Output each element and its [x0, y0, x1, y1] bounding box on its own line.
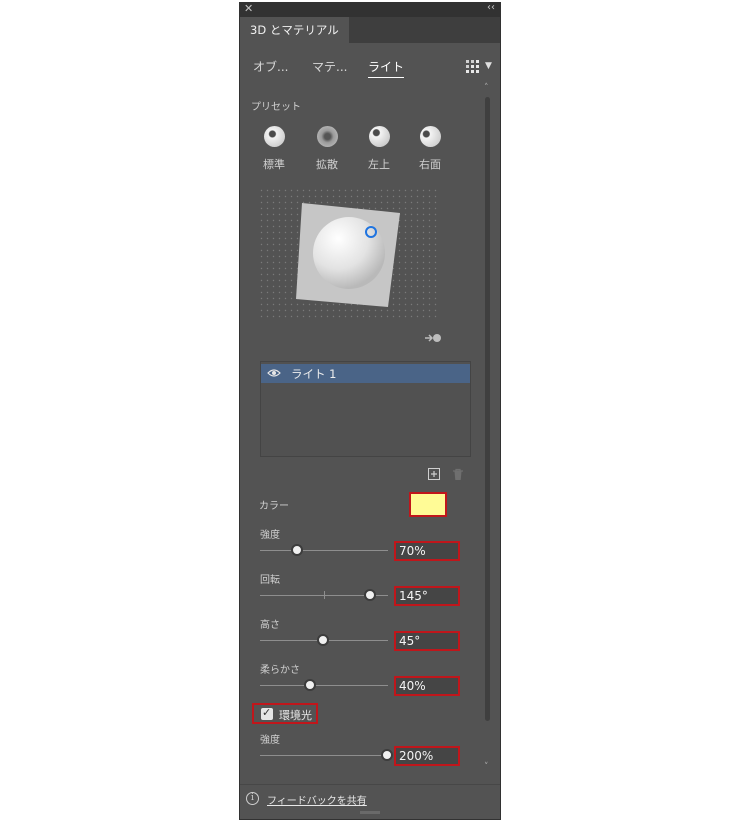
intensity-input[interactable]: 70% — [394, 541, 460, 561]
preset-standard-icon — [263, 126, 285, 147]
rotation-label: 回転 — [260, 575, 280, 586]
grid-icon[interactable] — [465, 59, 481, 75]
panel-tabstrip: 3D とマテリアル — [240, 17, 500, 43]
add-light-icon[interactable] — [428, 468, 440, 480]
height-label: 高さ — [260, 620, 280, 631]
color-label: カラー — [259, 501, 289, 512]
scroll-up-icon[interactable]: ˄ — [484, 83, 489, 93]
collapse-icon[interactable]: ‹‹ — [487, 3, 495, 13]
lights-list: ライト 1 — [260, 361, 471, 457]
chevron-down-icon[interactable]: ▼ — [485, 61, 492, 71]
panel-titlebar: ✕ ‹‹ — [240, 3, 500, 17]
softness-input[interactable]: 40% — [394, 676, 460, 696]
3d-materials-panel: ✕ ‹‹ 3D とマテリアル オブ... マテ... ライト ▼ ˄ ˅ プリセ… — [239, 2, 501, 820]
light-row-label: ライト 1 — [291, 367, 337, 381]
ambient-light-label: 環境光 — [279, 709, 312, 722]
softness-slider-track[interactable] — [260, 685, 388, 686]
ambient-light-toggle[interactable]: ✓ 環境光 — [252, 703, 318, 724]
move-light-icon[interactable] — [424, 331, 442, 345]
ambient-intensity-slider-track[interactable] — [260, 755, 388, 756]
panel-footer: i フィードバックを共有 — [240, 784, 500, 812]
ambient-intensity-label: 強度 — [260, 735, 280, 746]
preset-top-left-icon — [368, 126, 390, 147]
preset-diffuse-icon — [316, 126, 338, 147]
preset-diffuse[interactable]: 拡散 — [307, 126, 347, 172]
height-input[interactable]: 45° — [394, 631, 460, 651]
eye-icon[interactable] — [267, 368, 281, 378]
rotation-center-tick — [324, 591, 325, 599]
tab-lighting[interactable]: ライト — [368, 58, 405, 78]
ambient-light-checkbox[interactable]: ✓ — [261, 706, 273, 720]
info-icon: i — [246, 792, 259, 805]
light-color-swatch[interactable] — [409, 492, 447, 517]
height-slider-thumb[interactable] — [317, 634, 329, 646]
preset-top-left[interactable]: 左上 — [359, 126, 399, 172]
ambient-intensity-input[interactable]: 200% — [394, 746, 460, 766]
intensity-label: 強度 — [260, 530, 280, 541]
presets-heading: プリセット — [251, 102, 301, 113]
softness-label: 柔らかさ — [260, 665, 300, 676]
rotation-slider-thumb[interactable] — [364, 589, 377, 601]
softness-slider-thumb[interactable] — [304, 679, 317, 691]
light-preview-widget[interactable] — [260, 189, 440, 321]
checkmark-icon: ✓ — [262, 706, 272, 719]
scrollbar[interactable] — [485, 97, 490, 721]
close-icon[interactable]: ✕ — [244, 3, 253, 15]
resize-grip[interactable] — [360, 811, 380, 814]
preset-right[interactable]: 右面 — [410, 126, 450, 172]
light-row-1[interactable]: ライト 1 — [261, 364, 470, 383]
panel-tab-3d-materials[interactable]: 3D とマテリアル — [240, 17, 349, 43]
tab-object[interactable]: オブ... — [253, 58, 288, 75]
scroll-down-icon[interactable]: ˅ — [484, 762, 489, 772]
feedback-link[interactable]: フィードバックを共有 — [267, 792, 367, 807]
intensity-slider-thumb[interactable] — [291, 544, 304, 556]
ambient-intensity-slider-thumb[interactable] — [381, 749, 393, 761]
preset-right-icon — [419, 126, 441, 147]
rotation-input[interactable]: 145° — [394, 586, 460, 606]
preset-standard[interactable]: 標準 — [254, 126, 294, 172]
tab-material[interactable]: マテ... — [312, 58, 347, 75]
trash-icon[interactable] — [452, 468, 464, 481]
intensity-slider-track[interactable] — [260, 550, 388, 551]
